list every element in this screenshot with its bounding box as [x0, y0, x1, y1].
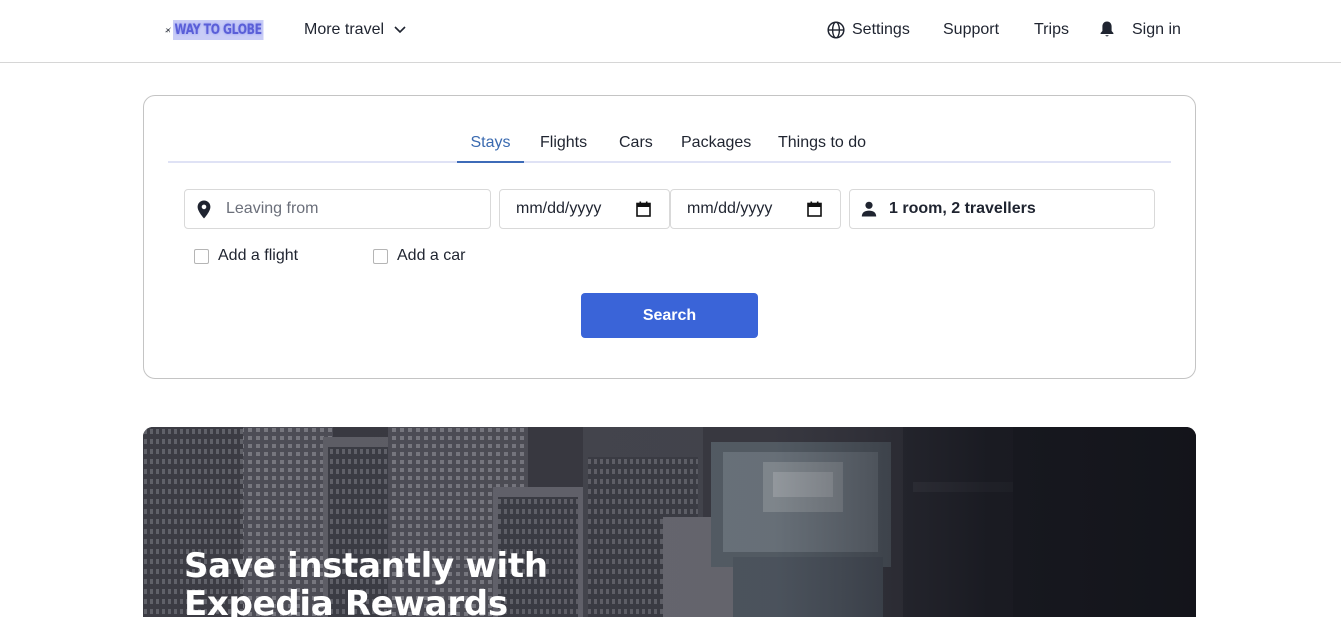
add-flight-label: Add a flight — [218, 247, 299, 264]
add-car-label: Add a car — [397, 247, 466, 264]
settings-label: Settings — [852, 21, 910, 38]
site-logo[interactable]: WAY TO GLOBE — [165, 12, 289, 48]
check-in-date-value: mm/dd/yyyy — [516, 200, 602, 217]
chevron-down-icon — [394, 26, 406, 34]
map-pin-icon — [197, 200, 211, 218]
add-car-checkbox[interactable]: Add a car — [373, 246, 465, 266]
person-icon — [861, 201, 877, 217]
check-in-date-field[interactable]: mm/dd/yyyy — [499, 189, 670, 229]
tab-cars[interactable]: Cars — [619, 130, 653, 163]
tab-things-to-do[interactable]: Things to do — [778, 130, 866, 163]
check-out-date-value: mm/dd/yyyy — [687, 200, 773, 217]
leaving-from-input[interactable] — [226, 200, 466, 218]
logo-text: WAY TO GLOBE — [173, 20, 264, 40]
tab-packages[interactable]: Packages — [681, 130, 751, 163]
top-header: WAY TO GLOBE More travel Settings Suppor… — [0, 0, 1341, 63]
check-out-date-field[interactable]: mm/dd/yyyy — [670, 189, 841, 229]
calendar-icon[interactable] — [807, 201, 822, 217]
checkbox-icon[interactable] — [373, 248, 388, 264]
tab-stays[interactable]: Stays — [457, 130, 524, 163]
settings-link[interactable]: Settings — [827, 19, 910, 41]
tab-flights[interactable]: Flights — [540, 130, 587, 163]
trips-link[interactable]: Trips — [1034, 19, 1069, 41]
hero-title: Save instantly with Expedia Rewards — [184, 547, 784, 617]
support-link[interactable]: Support — [943, 19, 999, 41]
bell-icon[interactable] — [1099, 20, 1115, 38]
sign-in-link[interactable]: Sign in — [1132, 19, 1181, 41]
more-travel-menu[interactable]: More travel — [304, 19, 406, 41]
more-travel-label: More travel — [304, 21, 385, 38]
globe-icon — [827, 21, 845, 39]
rewards-hero-banner[interactable]: Save instantly with Expedia Rewards — [143, 427, 1196, 617]
search-card: Stays Flights Cars Packages Things to do… — [143, 95, 1196, 379]
travellers-field[interactable]: 1 room, 2 travellers — [849, 189, 1155, 229]
plane-logo-icon — [165, 27, 172, 33]
add-flight-checkbox[interactable]: Add a flight — [194, 246, 298, 266]
search-button[interactable]: Search — [581, 293, 758, 338]
checkbox-icon[interactable] — [194, 248, 209, 264]
hero-title-line2: Expedia Rewards — [184, 584, 508, 617]
calendar-icon[interactable] — [636, 201, 651, 217]
hero-title-line1: Save instantly with — [184, 546, 548, 586]
leaving-from-field[interactable] — [184, 189, 491, 229]
search-tabs: Stays Flights Cars Packages Things to do — [168, 130, 1171, 163]
travellers-value: 1 room, 2 travellers — [889, 200, 1036, 217]
